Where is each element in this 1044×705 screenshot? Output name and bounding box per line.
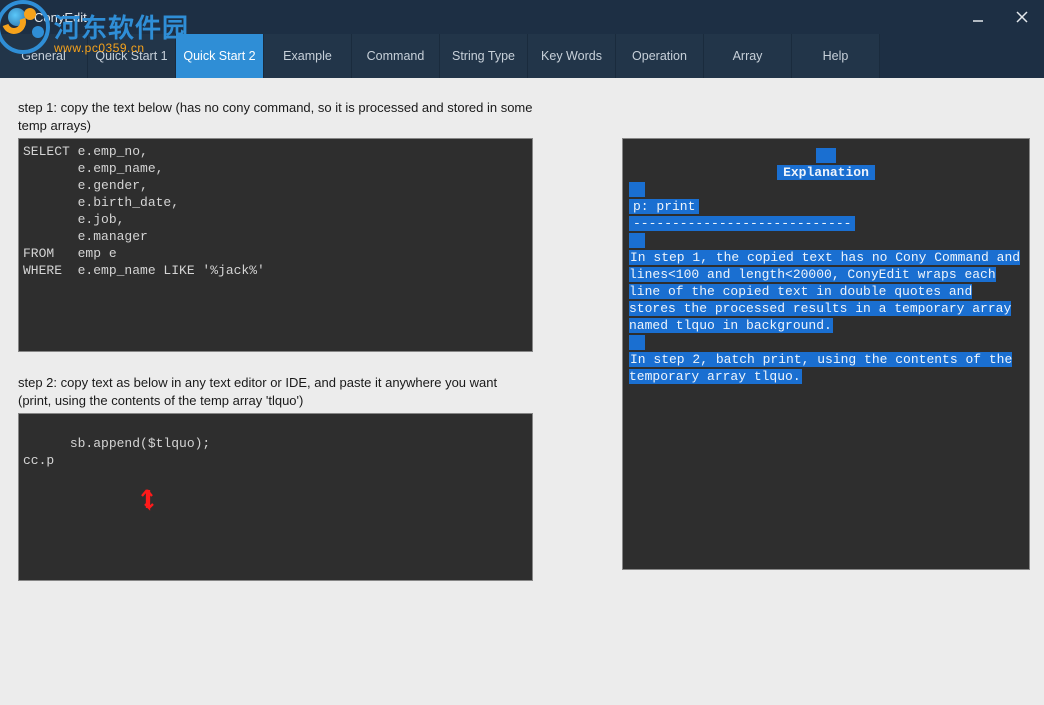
step2-codebox[interactable]: sb.append($tlquo); cc.p [18,413,533,581]
explanation-p-line: p: print [629,199,699,214]
right-column: Explanation p: print -------------------… [622,138,1030,570]
tab-command[interactable]: Command [352,34,440,78]
titlebar: ConyEdit [0,0,1044,34]
tab-example[interactable]: Example [264,34,352,78]
tab-general[interactable]: General [0,34,88,78]
step1-codebox[interactable]: SELECT e.emp_no, e.emp_name, e.gender, e… [18,138,533,352]
close-button[interactable] [1000,0,1044,34]
tab-operation[interactable]: Operation [616,34,704,78]
explanation-box[interactable]: Explanation p: print -------------------… [622,138,1030,570]
step2-code-text: sb.append($tlquo); cc.p [23,436,210,468]
tab-quick-start-2[interactable]: Quick Start 2 [176,34,264,78]
tab-help[interactable]: Help [792,34,880,78]
step2-label: step 2: copy text as below in any text e… [18,374,533,409]
app-title: ConyEdit [34,10,87,25]
app-icon [8,8,26,26]
explanation-title: Explanation [777,165,875,180]
tab-strip: General Quick Start 1 Quick Start 2 Exam… [0,34,1044,78]
left-column: step 1: copy the text below (has no cony… [18,99,533,581]
cursor-arrow-icon [139,454,201,550]
minimize-button[interactable] [956,0,1000,34]
tab-key-words[interactable]: Key Words [528,34,616,78]
explanation-para2: In step 2, batch print, using the conten… [629,352,1012,384]
explanation-para1: In step 1, the copied text has no Cony C… [629,250,1020,333]
tab-array[interactable]: Array [704,34,792,78]
explanation-rule: ---------------------------- [629,216,855,231]
content-area: step 1: copy the text below (has no cony… [0,78,1044,705]
tab-quick-start-1[interactable]: Quick Start 1 [88,34,176,78]
step1-label: step 1: copy the text below (has no cony… [18,99,533,134]
tab-string-type[interactable]: String Type [440,34,528,78]
